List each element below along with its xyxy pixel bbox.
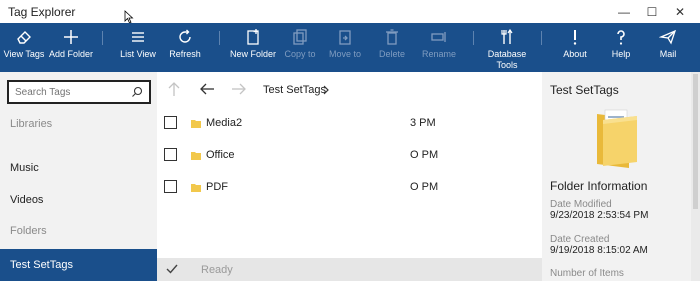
view-tags-button[interactable]: View Tags (3, 23, 45, 72)
move-icon (339, 30, 351, 45)
title-bar: Tag Explorer — ☐ ✕ (0, 0, 700, 24)
window-title: Tag Explorer (8, 5, 76, 19)
minimize-icon: — (618, 4, 630, 19)
checkmark-icon (166, 264, 178, 274)
add-folder-button[interactable]: Add Folder (48, 23, 94, 72)
folder-icon (191, 120, 201, 128)
up-arrow-icon[interactable] (166, 81, 182, 97)
refresh-button[interactable]: Refresh (165, 23, 205, 72)
toolbar-separator (219, 31, 220, 45)
mail-button[interactable]: Mail (650, 23, 686, 72)
refresh-icon (179, 29, 191, 43)
scrollbar-thumb[interactable] (693, 74, 698, 209)
sidebar-item-videos[interactable]: Videos (10, 194, 43, 206)
mouse-cursor-icon (124, 10, 134, 24)
date-modified-value: 9/23/2018 2:53:54 PM (550, 210, 649, 221)
rename-icon (431, 32, 446, 42)
folders-header: Folders (10, 225, 47, 237)
toolbar-separator (102, 31, 103, 45)
send-icon (659, 29, 677, 45)
list-item[interactable]: Media2 3 PM (157, 108, 542, 136)
date-modified-label: Date Modified (550, 199, 612, 210)
file-date: O PM (410, 181, 439, 193)
search-box[interactable] (7, 80, 151, 104)
database-tools-label: Database Tools (487, 49, 527, 70)
folder-information-heading: Folder Information (550, 179, 648, 193)
file-name: PDF (206, 181, 228, 193)
list-icon (132, 32, 144, 42)
sidebar-item-label: Test SetTags (10, 259, 73, 271)
file-date: 3 PM (410, 117, 436, 129)
maximize-button[interactable]: ☐ (638, 0, 666, 23)
database-tools-button[interactable]: Database Tools (483, 23, 531, 72)
file-date: O PM (410, 149, 439, 161)
folder-icon (191, 184, 201, 192)
file-name: Office (206, 149, 235, 161)
libraries-header: Libraries (10, 118, 53, 130)
file-name: Media2 (206, 117, 243, 129)
move-to-button[interactable]: Move to (327, 23, 363, 72)
copy-icon (293, 29, 307, 45)
maximize-icon: ☐ (646, 4, 658, 19)
status-bar: Ready (157, 258, 542, 281)
search-input[interactable] (15, 85, 125, 99)
chevron-right-icon[interactable] (322, 85, 330, 95)
sidebar-item-test-settags[interactable]: Test SetTags (0, 249, 157, 281)
forward-arrow-icon[interactable] (231, 81, 247, 97)
minimize-button[interactable]: — (610, 0, 638, 23)
row-checkbox[interactable] (164, 148, 177, 161)
new-folder-icon (247, 29, 259, 45)
details-title: Test SetTags (550, 83, 619, 97)
copy-to-button[interactable]: Copy to (282, 23, 318, 72)
new-folder-button[interactable]: New Folder (230, 23, 276, 72)
exclamation-icon (573, 30, 577, 45)
tools-icon (501, 28, 513, 44)
folder-icon (191, 152, 201, 160)
plus-icon (64, 30, 78, 44)
search-icon[interactable] (131, 86, 143, 98)
status-text: Ready (201, 264, 233, 276)
number-of-items-label: Number of Items (550, 268, 624, 279)
sidebar-item-music[interactable]: Music (10, 162, 39, 174)
file-list-pane: Test SetTags Media2 3 PM Office O PM PDF… (157, 72, 542, 281)
close-icon: ✕ (674, 4, 686, 19)
tag-eraser-icon (17, 31, 31, 44)
help-button[interactable]: Help (603, 23, 639, 72)
large-folder-icon (597, 109, 637, 168)
delete-button[interactable]: Delete (374, 23, 410, 72)
row-checkbox[interactable] (164, 116, 177, 129)
about-button[interactable]: About (557, 23, 593, 72)
details-scrollbar[interactable] (691, 72, 700, 281)
row-checkbox[interactable] (164, 180, 177, 193)
trash-icon (386, 29, 398, 45)
list-item[interactable]: PDF O PM (157, 172, 542, 200)
list-item[interactable]: Office O PM (157, 140, 542, 168)
rename-button[interactable]: Rename (419, 23, 459, 72)
back-arrow-icon[interactable] (199, 81, 215, 97)
navigation-pane: Libraries Music Videos Folders Test SetT… (0, 72, 157, 281)
list-view-button[interactable]: List View (118, 23, 158, 72)
toolbar-separator (473, 31, 474, 45)
details-pane: Test SetTags Folder Information Date Mod… (542, 72, 691, 281)
close-button[interactable]: ✕ (666, 0, 694, 23)
question-icon (617, 30, 625, 45)
toolbar-separator (541, 31, 542, 45)
date-created-value: 9/19/2018 8:15:02 AM (550, 245, 648, 256)
date-created-label: Date Created (550, 234, 610, 245)
breadcrumb[interactable]: Test SetTags (263, 84, 326, 96)
toolbar: View Tags Add Folder List View Refresh N… (0, 23, 700, 72)
